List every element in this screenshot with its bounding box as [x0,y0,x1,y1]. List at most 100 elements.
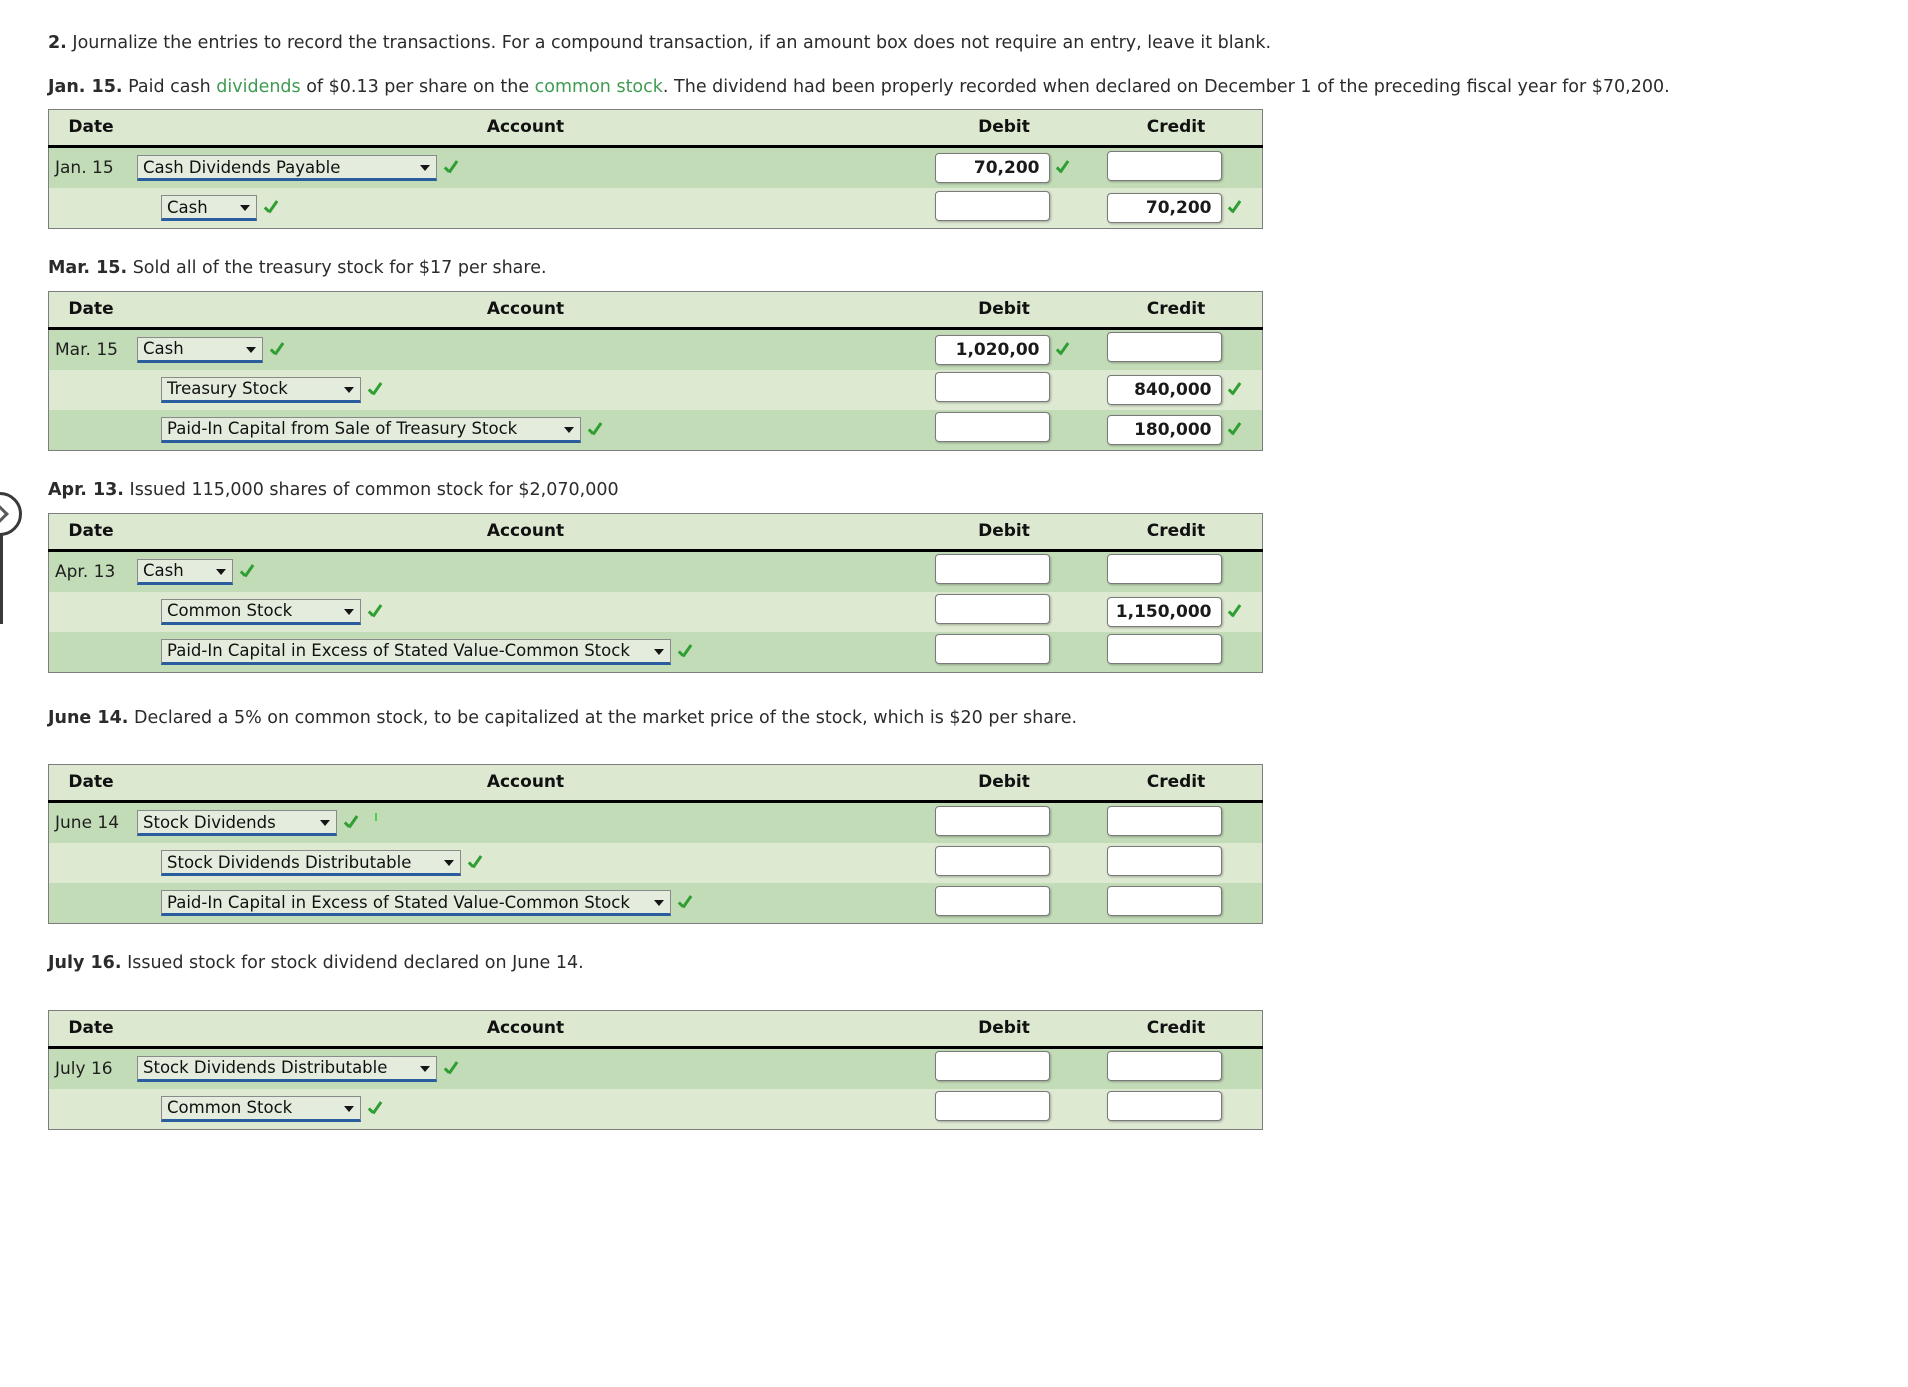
debit-input[interactable]: 70,200 [934,153,1050,184]
credit-input[interactable] [1106,805,1222,836]
journal-row: Apr. 13 Cash [48,550,1263,592]
debit-input[interactable]: 1,020,00 [934,334,1050,365]
journal-credit-cell [1090,1088,1263,1130]
amount-group [934,412,1074,443]
column-header-debit: Debit [918,764,1090,804]
debit-input[interactable] [934,190,1050,221]
amount-group [934,845,1074,876]
debit-input[interactable] [934,554,1050,584]
account-select[interactable]: Treasury Stock [161,376,361,403]
transaction-heading-july-16: July 16. Issued stock for stock dividend… [48,952,1908,976]
account-field-wrapper: Cash [133,558,918,585]
journal-credit-cell: 840,000 [1090,369,1263,410]
account-select[interactable]: Common Stock [161,1095,361,1122]
journal-date-cell: Apr. 13 [48,550,133,592]
credit-input[interactable] [1106,845,1222,876]
credit-input[interactable] [1106,332,1222,363]
journal-table-jan-15: Date Account Debit Credit Jan. 15 Cash Divide… [48,109,1263,230]
caret-down-icon [654,900,664,907]
credit-input[interactable]: 1,150,000 [1106,596,1222,627]
caret-down-icon [344,1105,354,1112]
journal-table-june-14: Date Account Debit Credit June 14 Stock Divid… [48,764,1263,925]
account-select[interactable]: Paid-In Capital in Excess of Stated Valu… [161,890,671,917]
credit-input[interactable]: 840,000 [1106,374,1222,405]
credit-input[interactable] [1106,885,1222,916]
amount-group [1106,634,1246,664]
account-select[interactable]: Common Stock [161,598,361,625]
debit-input[interactable] [934,885,1050,916]
green-check-icon [1056,340,1074,360]
account-field-wrapper: Treasury Stock [133,376,918,403]
journal-date-cell: July 16 [48,1047,133,1089]
transaction-date-label: Apr. 13. [48,479,124,500]
account-field-wrapper: Paid-In Capital from Sale of Treasury St… [133,416,918,443]
debit-input[interactable] [934,1091,1050,1122]
glossary-link[interactable]: common stock [535,77,663,97]
account-select[interactable]: Cash [137,558,233,585]
credit-input[interactable]: 70,200 [1106,193,1222,224]
transaction-description-text: Paid cash [128,76,217,97]
credit-input[interactable] [1106,634,1222,664]
journal-account-cell: Stock Dividends Distributable [133,1047,918,1089]
journal-account-cell: Paid-In Capital in Excess of Stated Valu… [133,883,918,924]
journal-date-value: Apr. 13 [55,561,116,582]
journal-date-cell [48,1088,133,1130]
transaction-heading-mar-15: Mar. 15. Sold all of the treasury stock … [48,257,1908,281]
account-select[interactable]: Paid-In Capital from Sale of Treasury St… [161,416,581,443]
journal-row: July 16 Stock Dividends Distributable [48,1047,1263,1089]
column-header-account: Account [133,291,918,330]
column-header-debit: Debit [918,513,1090,552]
caret-down-icon [344,386,354,393]
journal-row: Common Stock 1,150,000 [48,591,1263,632]
credit-input[interactable] [1106,150,1222,181]
column-header-debit: Debit [918,1010,1090,1049]
journal-date-cell [48,843,133,884]
instruction-number: 2. [48,33,67,53]
debit-input[interactable] [934,412,1050,443]
glossary-link[interactable]: dividends [216,77,300,97]
journal-account-cell: Paid-In Capital in Excess of Stated Valu… [133,631,918,672]
green-check-icon [678,893,696,913]
account-select[interactable]: Stock Dividends Distributable [161,850,461,877]
amount-group [1106,1091,1246,1122]
debit-input[interactable] [934,634,1050,664]
account-select[interactable]: Stock Dividends [137,810,337,837]
debit-input[interactable] [934,1051,1050,1082]
debit-input[interactable] [934,594,1050,624]
account-select[interactable]: Paid-In Capital in Excess of Stated Valu… [161,638,671,665]
credit-input[interactable]: 180,000 [1106,414,1222,445]
debit-input[interactable] [934,805,1050,836]
account-field-wrapper: Paid-In Capital in Excess of Stated Valu… [133,890,918,917]
account-select-value: Cash [167,197,208,217]
journal-date-cell [48,369,133,410]
account-select[interactable]: Cash Dividends Payable [137,155,437,182]
green-check-icon [444,1059,462,1079]
credit-input[interactable] [1106,1051,1222,1082]
transaction-description-text: Sold all of the treasury stock for $17 p… [132,258,547,279]
account-select[interactable]: Cash [137,336,263,363]
column-header-date: Date [48,1010,133,1049]
journal-account-cell: Cash Dividends Payable [133,146,918,189]
column-header-date: Date [48,291,133,330]
green-check-icon [240,562,258,582]
journal-credit-cell [1090,146,1263,189]
journal-date-cell [48,883,133,924]
journal-credit-cell: 70,200 [1090,188,1263,229]
green-check-icon [1228,420,1246,440]
account-select-value: Cash [143,561,184,580]
column-header-debit: Debit [918,109,1090,149]
caret-down-icon [564,426,574,433]
account-select-value: Common Stock [167,1098,293,1118]
chevron-right-icon[interactable] [0,492,22,536]
debit-input[interactable] [934,372,1050,403]
credit-input[interactable] [1106,1091,1222,1122]
credit-input[interactable] [1106,554,1222,584]
account-select-value: Treasury Stock [167,379,288,399]
account-select[interactable]: Cash [161,195,257,222]
journal-row: Jan. 15 Cash Dividends Payable 70,200 [48,146,1263,189]
debit-input[interactable] [934,845,1050,876]
account-select[interactable]: Stock Dividends Distributable [137,1055,437,1082]
instruction-line: 2. Journalize the entries to record the … [48,18,1908,56]
column-header-credit: Credit [1090,291,1263,330]
amount-group: 840,000 [1106,374,1246,405]
